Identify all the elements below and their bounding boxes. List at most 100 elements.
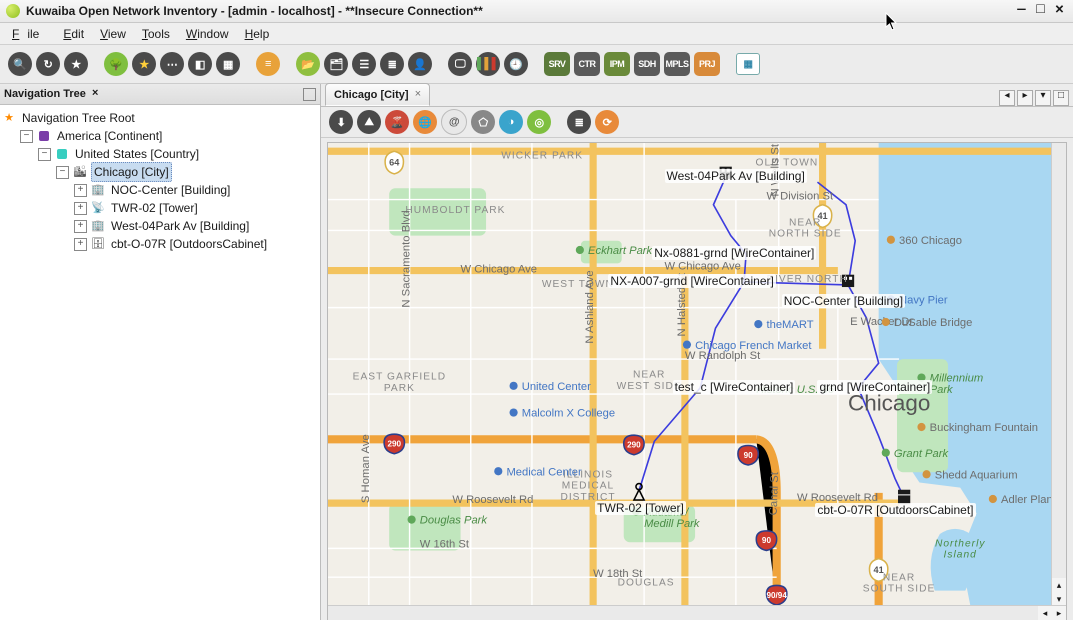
map-node-label-grnd[interactable]: grnd [WireContainer] (817, 380, 932, 394)
tool-user-icon[interactable]: 👤 (408, 52, 432, 76)
map-overlap-icon[interactable]: ◑ (499, 110, 523, 134)
tab-chicago[interactable]: Chicago [City] × (325, 83, 430, 106)
toggle-icon[interactable]: − (56, 166, 69, 179)
map-node-label-test_c[interactable]: test_c [WireContainer] (673, 380, 796, 394)
toggle-icon[interactable]: − (20, 130, 33, 143)
menu-view[interactable]: View (92, 25, 134, 43)
map-download-icon[interactable]: ⬇ (329, 110, 353, 134)
menu-window[interactable]: Window (178, 25, 237, 43)
menu-edit[interactable]: Edit (55, 25, 92, 43)
tree-noc[interactable]: + 🏢 NOC-Center [Building] (2, 181, 318, 199)
svg-text:90: 90 (762, 536, 772, 545)
svg-text:Shedd Aquarium: Shedd Aquarium (935, 469, 1018, 481)
tool-star-icon[interactable]: ★ (132, 52, 156, 76)
map-node-label-west04[interactable]: West-04Park Av [Building] (665, 169, 807, 183)
tool-srv-badge[interactable]: SRV (544, 52, 570, 76)
tool-open-icon[interactable]: 📂 (296, 52, 320, 76)
map-at-icon[interactable]: @ (441, 109, 467, 135)
window-minimize-button[interactable]: — (1014, 4, 1029, 19)
map-relief-icon[interactable]: ⛰ (357, 110, 381, 134)
map-node-label-noc[interactable]: NOC-Center [Building] (782, 294, 905, 308)
tree-root[interactable]: ★ Navigation Tree Root (2, 109, 318, 127)
svg-text:W Chicago Ave: W Chicago Ave (461, 264, 537, 276)
toggle-icon[interactable]: + (74, 184, 87, 197)
map-node-label-nx0881[interactable]: Nx-0881-grnd [WireContainer] (652, 246, 816, 260)
tab-scroll-left[interactable]: ◂ (999, 90, 1015, 106)
tool-clock-icon[interactable]: 🕘 (504, 52, 528, 76)
tool-list-icon[interactable]: ≣ (380, 52, 404, 76)
tool-search-icon[interactable]: 🔍 (8, 52, 32, 76)
toggle-icon[interactable]: + (74, 238, 87, 251)
map-leaf-icon[interactable]: ◎ (527, 110, 551, 134)
scroll-right-icon[interactable]: ▸ (1052, 606, 1066, 620)
menubar: File Edit View Tools Window Help (0, 23, 1073, 45)
toggle-icon[interactable]: + (74, 220, 87, 233)
tool-calendar-icon[interactable]: ▦ (736, 53, 760, 75)
tab-close-icon[interactable]: × (415, 89, 422, 101)
main-toolbar: 🔍 ↻ ★ 🌳 ★ ⋯ ◧ ▦ ≡ 📂 🗂 ☰ ≣ 👤 🖵 ▌▌▌ 🕘 SRV … (0, 45, 1073, 84)
window-maximize-button[interactable]: □ (1033, 4, 1048, 19)
map-swirl-icon[interactable]: ⟳ (595, 110, 619, 134)
tool-favorite-icon[interactable]: ★ (64, 52, 88, 76)
tab-scroll-right[interactable]: ▸ (1017, 90, 1033, 106)
toggle-icon[interactable]: + (74, 202, 87, 215)
tool-prj-badge[interactable]: PRJ (694, 52, 720, 76)
tool-link-icon[interactable]: ⋯ (160, 52, 184, 76)
navigation-tree[interactable]: ★ Navigation Tree Root − America [Contin… (0, 105, 320, 257)
navigation-panel: Navigation Tree × ★ Navigation Tree Root… (0, 84, 321, 620)
tree-west04[interactable]: + 🏢 West-04Park Av [Building] (2, 217, 318, 235)
map-globe-icon[interactable]: 🌐 (413, 110, 437, 134)
tool-sdh-badge[interactable]: SDH (634, 52, 660, 76)
tree-america[interactable]: − America [Continent] (2, 127, 318, 145)
tool-palette-icon[interactable]: ◧ (188, 52, 212, 76)
tool-grid-icon[interactable]: ▦ (216, 52, 240, 76)
tool-document-icon[interactable]: ☰ (352, 52, 376, 76)
tool-tree-icon[interactable]: 🌳 (104, 52, 128, 76)
tree-twr[interactable]: + 📡 TWR-02 [Tower] (2, 199, 318, 217)
svg-text:Navy Pier: Navy Pier (899, 294, 948, 306)
svg-text:Medical Center: Medical Center (506, 466, 582, 478)
map-horizontal-scrollbar[interactable]: ◂ ▸ (328, 605, 1066, 620)
scroll-down-icon[interactable]: ▾ (1052, 592, 1066, 606)
tool-ctr-badge[interactable]: CTR (574, 52, 600, 76)
svg-text:290: 290 (387, 439, 401, 448)
svg-text:United Center: United Center (522, 381, 591, 393)
tool-warning-icon[interactable]: ≡ (256, 52, 280, 76)
tool-refresh-icon[interactable]: ↻ (36, 52, 60, 76)
tool-device-icon[interactable]: 🖵 (448, 52, 472, 76)
tool-ipm-badge[interactable]: IPM (604, 52, 630, 76)
svg-text:W Chicago Ave: W Chicago Ave (665, 261, 741, 273)
map-shape-icon[interactable]: ⬠ (471, 110, 495, 134)
map-viewport[interactable]: 644141290290909090/94 WICKER PARKOLD TOW… (328, 143, 1052, 606)
tool-mpls-badge[interactable]: MPLS (664, 52, 690, 76)
svg-text:W Randolph St: W Randolph St (685, 350, 761, 362)
svg-text:Canal St: Canal St (768, 471, 781, 516)
svg-text:Chicago: Chicago (848, 390, 930, 415)
map-vertical-scrollbar[interactable]: ▴ ▾ (1051, 143, 1066, 606)
map-node-label-twr[interactable]: TWR-02 [Tower] (595, 501, 686, 515)
toggle-icon[interactable]: − (38, 148, 51, 161)
menu-help[interactable]: Help (237, 25, 278, 43)
navigation-panel-close[interactable]: × (92, 88, 99, 100)
tree-usa[interactable]: − United States [Country] (2, 145, 318, 163)
document-area: Chicago [City] × ◂ ▸ ▾ □ ⬇ ⛰ 🌋 🌐 @ ⬠ ◑ ◎… (321, 84, 1073, 620)
map-terrain-icon[interactable]: 🌋 (385, 110, 409, 134)
tab-maximize[interactable]: □ (1053, 90, 1069, 106)
navigation-panel-undock[interactable] (303, 88, 316, 101)
svg-text:NEAR: NEAR (633, 370, 665, 381)
tab-dropdown[interactable]: ▾ (1035, 90, 1051, 106)
svg-text:SOUTH SIDE: SOUTH SIDE (863, 584, 935, 595)
scroll-up-icon[interactable]: ▴ (1052, 578, 1066, 592)
scroll-left-icon[interactable]: ◂ (1038, 606, 1052, 620)
tree-chicago[interactable]: − 🏙 Chicago [City] (2, 163, 318, 181)
tool-move-icon[interactable]: 🗂 (324, 52, 348, 76)
map-list-icon[interactable]: ≣ (567, 110, 591, 134)
tool-chart-icon[interactable]: ▌▌▌ (476, 52, 500, 76)
menu-file[interactable]: File (4, 25, 55, 43)
menu-tools[interactable]: Tools (134, 25, 178, 43)
svg-text:290: 290 (627, 441, 641, 450)
map-node-label-nxa007[interactable]: NX-A007-grnd [WireContainer] (608, 274, 775, 288)
window-close-button[interactable]: ✕ (1052, 4, 1067, 19)
tree-cbt[interactable]: + 🗄 cbt-O-07R [OutdoorsCabinet] (2, 235, 318, 253)
map-node-label-cbt[interactable]: cbt-O-07R [OutdoorsCabinet] (815, 503, 975, 517)
